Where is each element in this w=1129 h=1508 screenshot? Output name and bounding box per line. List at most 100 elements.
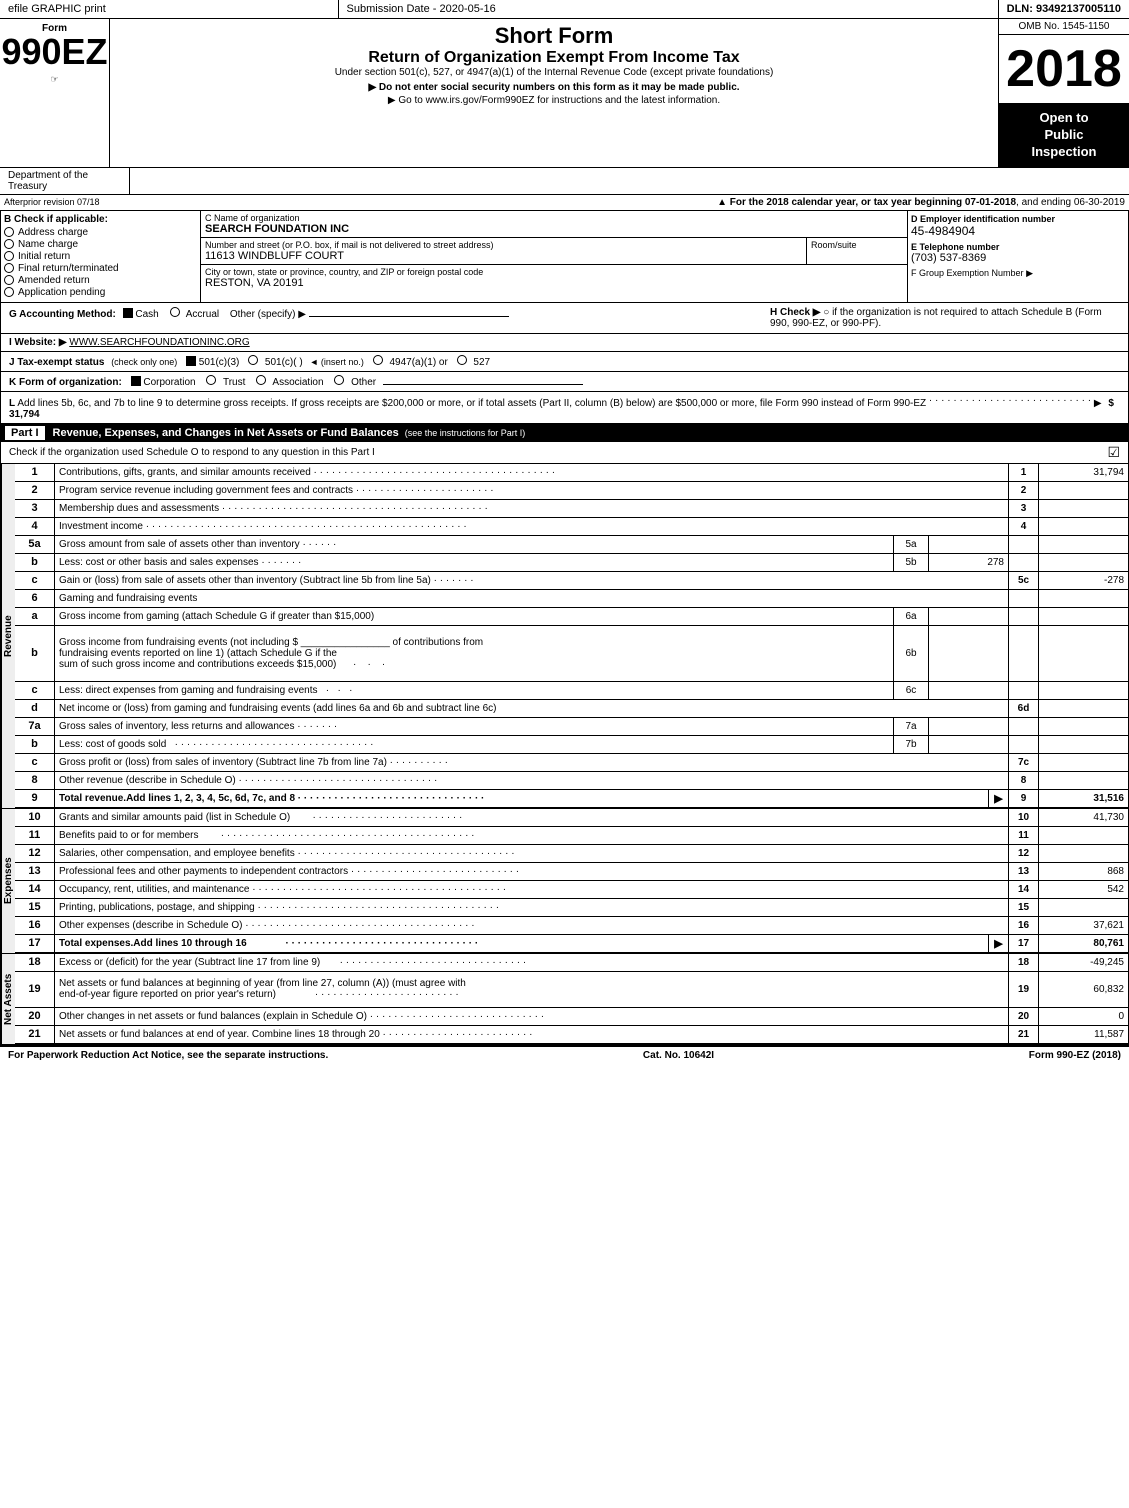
group-exemption-label: F Group Exemption Number (911, 268, 1024, 278)
part-i-label: Part I (5, 426, 45, 440)
row-lineref-7b: 7b (893, 736, 928, 753)
row-num-6d: d (15, 700, 55, 717)
row-amount-13: 868 (1038, 863, 1128, 880)
schedule-o-checkmark[interactable]: ☑ (1107, 444, 1120, 461)
net-assets-rows: 18 Excess or (deficit) for the year (Sub… (15, 954, 1128, 1044)
corporation-checkbox[interactable]: ☑ (131, 376, 141, 386)
tax-exempt-501c3[interactable]: ☑ 501(c)(3) (186, 357, 242, 368)
row-amount-6 (1038, 590, 1128, 607)
address-charge-circle[interactable] (4, 227, 14, 237)
amended-return-circle[interactable] (4, 275, 14, 285)
row-desc-16: Other expenses (describe in Schedule O) … (55, 917, 1008, 934)
application-pending-circle[interactable] (4, 287, 14, 297)
row-num-7c: c (15, 754, 55, 771)
row-num-10: 10 (15, 809, 55, 826)
501c-circle[interactable] (248, 355, 258, 365)
table-row: c Gain or (loss) from sale of assets oth… (15, 572, 1128, 590)
form-org-trust[interactable]: Trust (206, 377, 248, 388)
4947-circle[interactable] (373, 355, 383, 365)
table-row: c Less: direct expenses from gaming and … (15, 682, 1128, 700)
check-row-address[interactable]: Address charge (4, 227, 197, 238)
tax-exempt-label: J Tax-exempt status (9, 357, 104, 368)
initial-return-label: Initial return (18, 251, 70, 262)
row-desc-5b: Less: cost or other basis and sales expe… (55, 554, 893, 571)
row-amount-19: 60,832 (1038, 972, 1128, 1007)
check-row-amended[interactable]: Amended return (4, 275, 197, 286)
row-desc-19: Net assets or fund balances at beginning… (55, 972, 1008, 1007)
group-exemption: F Group Exemption Number ▶ (911, 268, 1125, 279)
accounting-right: H Check ▶ ○ if the organization is not r… (770, 307, 1120, 329)
row-amount-20: 0 (1038, 1008, 1128, 1025)
footer-form-id: Form 990-EZ (2018) (1029, 1050, 1121, 1061)
l-arrow: ▶ (1094, 398, 1102, 409)
phone-value: (703) 537-8369 (911, 252, 1125, 264)
check-row-application[interactable]: Application pending (4, 287, 197, 298)
header-section: Form 990EZ ☞ Short Form Return of Organi… (0, 19, 1129, 168)
name-charge-circle[interactable] (4, 239, 14, 249)
check-schedule-o-row: Check if the organization used Schedule … (1, 442, 1128, 464)
part-i-title-note: (see the instructions for Part I) (405, 428, 526, 438)
check-row-initial[interactable]: Initial return (4, 251, 197, 262)
row-linenum-17: 17 (1008, 935, 1038, 952)
do-not-enter-text: ▶ Do not enter social security numbers o… (118, 82, 990, 93)
other-org-circle[interactable] (334, 375, 344, 385)
tax-exempt-527[interactable]: 527 (457, 357, 490, 368)
row-lineref-6a: 6a (893, 608, 928, 625)
accrual-option[interactable]: Accrual (170, 309, 222, 320)
other-specify-line[interactable] (309, 316, 509, 317)
row-num-11: 11 (15, 827, 55, 844)
row-linenum-7a (1008, 718, 1038, 735)
accrual-circle[interactable] (170, 307, 180, 317)
ein-value: 45-4984904 (911, 224, 1125, 238)
cash-checkbox[interactable]: ✓ (123, 308, 133, 318)
ein-col: D Employer identification number 45-4984… (908, 211, 1128, 302)
revenue-rows: 1 Contributions, gifts, grants, and simi… (15, 464, 1128, 808)
org-name-value: SEARCH FOUNDATION INC (205, 223, 903, 235)
row-num-1: 1 (15, 464, 55, 481)
room-suite-label: Room/suite (811, 240, 903, 250)
expense-rows: 10 Grants and similar amounts paid (list… (15, 809, 1128, 953)
check-row-name[interactable]: Name charge (4, 239, 197, 250)
check-row-final[interactable]: Final return/terminated (4, 263, 197, 274)
form-org-corp[interactable]: ☑ Corporation (131, 377, 199, 388)
tax-exempt-501c[interactable]: 501(c)( ) (248, 357, 305, 368)
table-row: 20 Other changes in net assets or fund b… (15, 1008, 1128, 1026)
form-org-assoc[interactable]: Association (256, 377, 326, 388)
form-org-other[interactable]: Other (334, 377, 379, 388)
city-value: RESTON, VA 20191 (205, 277, 903, 289)
table-row: 1 Contributions, gifts, grants, and simi… (15, 464, 1128, 482)
trust-circle[interactable] (206, 375, 216, 385)
tax-exempt-row: J Tax-exempt status (check only one) ☑ 5… (1, 352, 1128, 372)
row-amount-6b (1038, 626, 1128, 681)
row-value-6b (928, 626, 1008, 681)
other-org-line[interactable] (383, 384, 583, 385)
net-assets-label: Net Assets (1, 954, 15, 1044)
row-linenum-1: 1 (1008, 464, 1038, 481)
row-desc-21: Net assets or fund balances at end of ye… (55, 1026, 1008, 1043)
cash-check[interactable]: ✓ Cash (123, 309, 162, 320)
row-desc-18: Excess or (deficit) for the year (Subtra… (55, 954, 1008, 971)
ein-label: D Employer identification number (911, 214, 1125, 224)
table-row: 15 Printing, publications, postage, and … (15, 899, 1128, 917)
527-circle[interactable] (457, 355, 467, 365)
row-desc-12: Salaries, other compensation, and employ… (55, 845, 1008, 862)
insert-no-label: ◄ (insert no.) (309, 357, 363, 367)
row-amount-6d (1038, 700, 1128, 717)
association-circle[interactable] (256, 375, 266, 385)
tax-exempt-4947[interactable]: 4947(a)(1) or (373, 357, 451, 368)
row-desc-6d: Net income or (loss) from gaming and fun… (55, 700, 1008, 717)
row-linenum-4: 4 (1008, 518, 1038, 535)
row-desc-3: Membership dues and assessments · · · · … (55, 500, 1008, 517)
row-linenum-19: 19 (1008, 972, 1038, 1007)
row-amount-3 (1038, 500, 1128, 517)
row-desc-8: Other revenue (describe in Schedule O) ·… (55, 772, 1008, 789)
check-applicable-title: B Check if applicable: (4, 214, 197, 225)
501c3-checkbox[interactable]: ☑ (186, 356, 196, 366)
table-row: 6 Gaming and fundraising events (15, 590, 1128, 608)
table-row: 4 Investment income · · · · · · · · · · … (15, 518, 1128, 536)
initial-return-circle[interactable] (4, 251, 14, 261)
row-linenum-2: 2 (1008, 482, 1038, 499)
row-desc-6a: Gross income from gaming (attach Schedul… (55, 608, 893, 625)
final-return-circle[interactable] (4, 263, 14, 273)
row-desc-6b: Gross income from fundraising events (no… (55, 626, 893, 681)
